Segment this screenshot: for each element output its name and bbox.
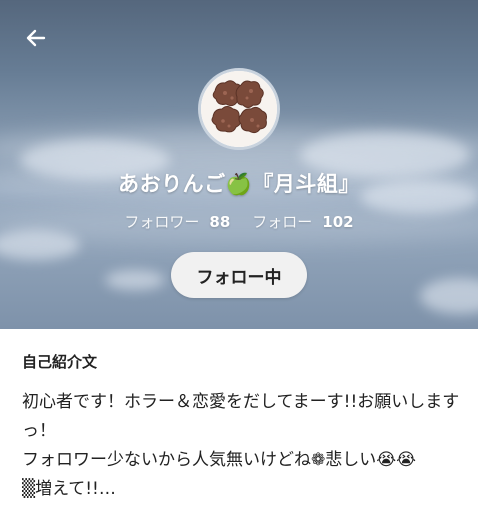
following-label: フォロー xyxy=(252,213,313,231)
bio-title: 自己紹介文 xyxy=(22,353,98,371)
display-name: あおりんご🍏『月斗組』 xyxy=(118,172,360,196)
bio-text: 初心者です！ホラー＆恋愛をだしてまーす!!お願いしますっ！ フォロワー少ないから… xyxy=(22,392,460,499)
cloud xyxy=(0,230,80,260)
followers-count: 88 xyxy=(209,213,231,231)
following-stat[interactable]: フォロー 102 xyxy=(252,211,353,232)
following-button[interactable]: フォロー中 xyxy=(171,252,307,298)
cloud xyxy=(420,278,478,314)
back-button[interactable] xyxy=(18,20,54,56)
followers-label: フォロワー xyxy=(124,213,200,231)
arrow-left-icon xyxy=(26,29,46,47)
stats-row: フォロワー 88 フォロー 102 xyxy=(0,211,478,232)
avatar[interactable] xyxy=(198,68,280,150)
cloud xyxy=(105,270,165,290)
profile-header: あおりんご🍏『月斗組』 フォロワー 88 フォロー 102 フォロー中 xyxy=(0,0,478,329)
bio-section: 自己紹介文 初心者です！ホラー＆恋愛をだしてまーす!!お願いしますっ！ フォロワ… xyxy=(0,329,478,512)
followers-stat[interactable]: フォロワー 88 xyxy=(124,211,230,232)
following-count: 102 xyxy=(322,213,354,231)
cookies-avatar xyxy=(201,71,277,147)
